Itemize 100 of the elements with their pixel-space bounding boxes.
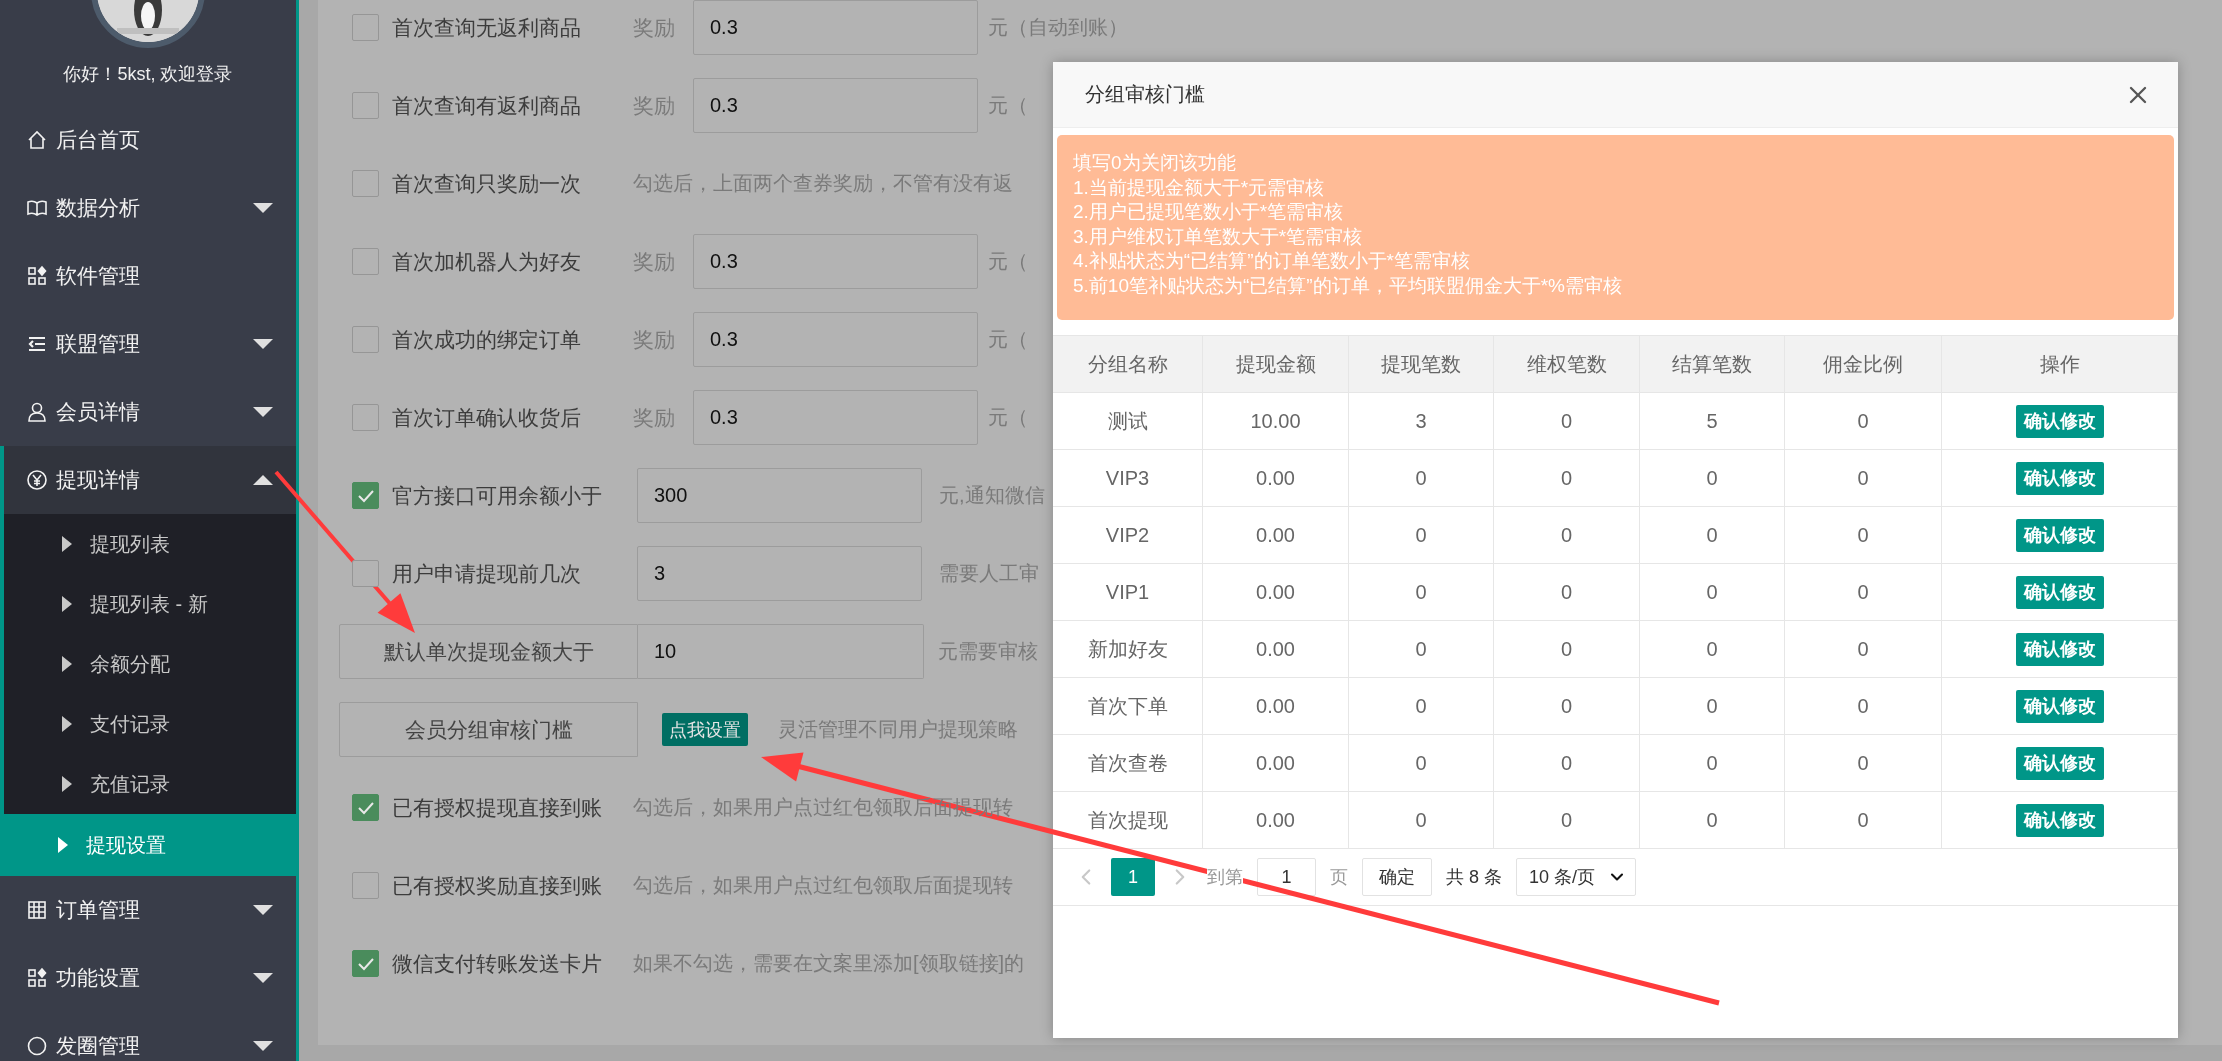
setting-label: 会员分组审核门槛	[339, 702, 638, 757]
unit-text: 元（	[988, 327, 1028, 352]
caret-icon	[252, 474, 274, 486]
menu-item[interactable]: 功能设置	[0, 944, 296, 1012]
submenu-item[interactable]: 提现列表	[4, 514, 296, 574]
unit-text: 需要人工审	[939, 561, 1039, 586]
confirm-button[interactable]: 确认修改	[2015, 404, 2104, 438]
unit-text: 元（	[988, 249, 1028, 274]
unit-text: 元（	[988, 405, 1028, 430]
triangle-icon	[62, 536, 72, 552]
menu-item[interactable]: 数据分析	[0, 174, 296, 242]
field-label: 首次成功的绑定订单	[392, 326, 582, 353]
submenu-item[interactable]: 充值记录	[4, 754, 296, 814]
notice-text: 3.用户维权订单笔数大于*笔需审核	[1073, 224, 1364, 249]
field-label: 首次查询只奖励一次	[392, 170, 582, 197]
menu-item[interactable]: 后台首页	[0, 106, 296, 174]
triangle-icon	[58, 837, 68, 853]
table-cell: 0	[1785, 792, 1942, 848]
menu-item[interactable]: 联盟管理	[0, 310, 296, 378]
submenu-item[interactable]: 余额分配	[4, 634, 296, 694]
input-addon: 默认单次提现金额大于	[339, 624, 638, 679]
field-label: 官方接口可用余额小于	[392, 482, 603, 509]
confirm-button[interactable]: 确认修改	[2015, 689, 2104, 723]
grid-icon	[26, 265, 48, 287]
unit-text: 元（自动到账）	[988, 15, 1128, 40]
circle-icon	[26, 1035, 48, 1057]
help-text: 如果不勾选，需要在文案里添加[领取链接]的	[633, 951, 1025, 976]
book-icon	[26, 197, 48, 219]
table-cell: 首次提现	[1053, 792, 1203, 848]
notice-text: 1.当前提现金额大于*元需审核	[1073, 175, 1326, 200]
table-cell: 0	[1494, 792, 1640, 848]
menu-item[interactable]: 软件管理	[0, 242, 296, 310]
page-size-select[interactable]: 10 条/页	[1516, 858, 1637, 896]
checkbox[interactable]	[352, 872, 379, 899]
input-field[interactable]: 0.3	[693, 234, 978, 289]
menu-item[interactable]: 发圈管理	[0, 1012, 296, 1061]
home-icon	[26, 129, 48, 151]
confirm-button[interactable]: 确定	[1362, 858, 1432, 896]
input-field[interactable]: 3	[637, 546, 922, 601]
checkbox[interactable]	[352, 482, 379, 509]
confirm-button[interactable]: 确认修改	[2015, 632, 2104, 666]
confirm-button[interactable]: 确认修改	[2015, 746, 2104, 780]
triangle-icon	[62, 596, 72, 612]
menu-item[interactable]: 提现详情	[0, 446, 296, 514]
welcome-text: 你好！5kst, 欢迎登录	[62, 63, 234, 86]
page-button[interactable]: 1	[1111, 858, 1155, 896]
menu-item[interactable]: 会员详情	[0, 378, 296, 446]
caret-icon	[252, 406, 274, 418]
yen-icon	[26, 469, 48, 491]
triangle-icon	[62, 776, 72, 792]
notice-text: 4.补贴状态为“已结算”的订单笔数小于*笔需审核	[1073, 249, 1471, 273]
table-cell: 0	[1349, 792, 1494, 848]
checkbox[interactable]	[352, 404, 379, 431]
unit-text: 元（	[988, 93, 1028, 118]
notice-text: 2.用户已提现笔数小于*笔需审核	[1073, 200, 1345, 224]
unit-text: 元,通知微信	[939, 483, 1045, 508]
help-text: 勾选后，如果用户点过红包领取后面提现转	[633, 873, 1013, 898]
help-text: 勾选后，上面两个查券奖励，不管有没有返	[633, 171, 1013, 196]
triangle-icon	[62, 716, 72, 732]
user-icon	[26, 401, 48, 423]
grid-icon	[26, 967, 48, 989]
total-count: 共 8 条	[1446, 865, 1502, 889]
checkbox[interactable]	[352, 560, 379, 587]
field-label: 用户申请提现前几次	[392, 560, 582, 587]
menu-item[interactable]: 订单管理	[0, 876, 296, 944]
triangle-icon	[62, 656, 72, 672]
confirm-button[interactable]: 确认修改	[2015, 803, 2104, 837]
submenu-item[interactable]: 支付记录	[4, 694, 296, 754]
checkbox[interactable]	[352, 794, 379, 821]
reward-label: 奖励	[633, 326, 676, 353]
caret-icon	[252, 972, 274, 984]
submenu-item[interactable]: 提现列表 - 新	[4, 574, 296, 634]
field-label: 首次加机器人为好友	[392, 248, 582, 275]
input-field[interactable]: 0.3	[693, 390, 978, 445]
confirm-button[interactable]: 确认修改	[2015, 461, 2104, 495]
field-label: 已有授权提现直接到账	[392, 794, 603, 821]
caret-icon	[252, 904, 274, 916]
checkbox[interactable]	[352, 14, 379, 41]
checkbox[interactable]	[352, 248, 379, 275]
check-icon	[356, 488, 375, 503]
input-field[interactable]: 0.3	[693, 78, 978, 133]
confirm-button[interactable]: 确认修改	[2015, 518, 2104, 552]
reward-label: 奖励	[633, 248, 676, 275]
settings-button[interactable]: 点我设置	[662, 713, 748, 746]
page-input[interactable]: 1	[1257, 858, 1316, 896]
input-field[interactable]: 10	[638, 624, 924, 679]
input-field[interactable]: 0.3	[693, 0, 978, 55]
input-field[interactable]: 0.3	[693, 312, 978, 367]
reward-label: 奖励	[633, 92, 676, 119]
field-label: 微信支付转账发送卡片	[392, 950, 603, 977]
confirm-button[interactable]: 确认修改	[2015, 575, 2104, 609]
input-field[interactable]: 300	[637, 468, 922, 523]
table-cell: 0	[1640, 792, 1785, 848]
checkbox[interactable]	[352, 950, 379, 977]
checkbox[interactable]	[352, 326, 379, 353]
field-label: 已有授权奖励直接到账	[392, 872, 603, 899]
checkbox[interactable]	[352, 170, 379, 197]
field-label: 首次查询有返利商品	[392, 92, 582, 119]
checkbox[interactable]	[352, 92, 379, 119]
field-label: 首次订单确认收货后	[392, 404, 582, 431]
